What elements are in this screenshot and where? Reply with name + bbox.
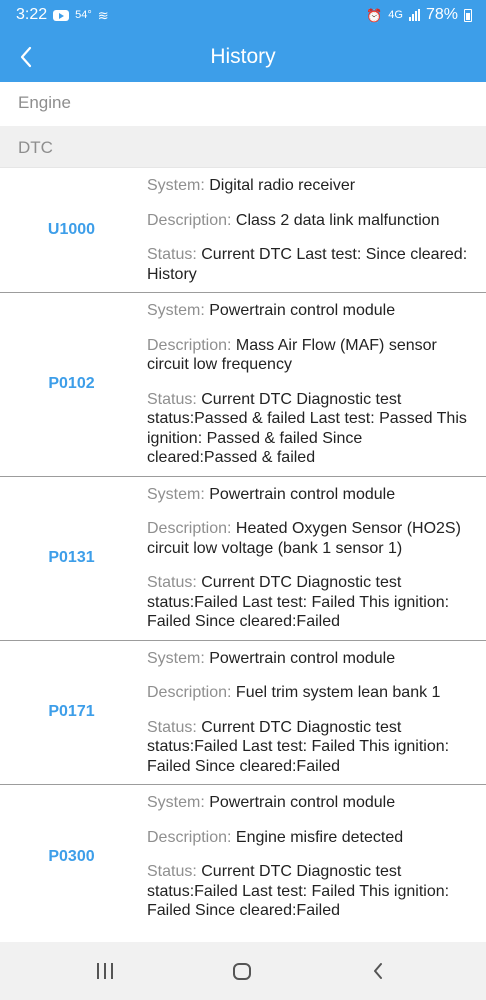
- youtube-notification-icon: [53, 9, 70, 21]
- status-network: 4G: [388, 9, 403, 21]
- alarm-icon: ⏰: [366, 7, 383, 23]
- dtc-system: System: Powertrain control module: [147, 793, 474, 813]
- home-button[interactable]: [222, 956, 262, 986]
- status-temperature: 54°: [75, 9, 92, 21]
- section-label-engine: Engine: [18, 93, 71, 112]
- description-value: Engine misfire detected: [235, 828, 404, 846]
- dtc-description: Description: Heated Oxygen Sensor (HO2S)…: [147, 519, 474, 558]
- system-label: System:: [147, 649, 210, 667]
- page-title: History: [210, 45, 276, 68]
- dtc-row[interactable]: P0300 System: Powertrain control module …: [0, 785, 486, 929]
- dtc-system: System: Powertrain control module: [147, 649, 474, 669]
- status-time: 3:22: [16, 6, 48, 23]
- dtc-system: System: Powertrain control module: [147, 301, 474, 321]
- dtc-status: Status: Current DTC Diagnostic test stat…: [147, 862, 474, 921]
- description-label: Description:: [147, 828, 236, 846]
- system-navigation-bar: [0, 942, 486, 1000]
- system-value: Powertrain control module: [209, 485, 396, 503]
- system-label: System:: [147, 302, 210, 319]
- dtc-status: Status: Current DTC Diagnostic test stat…: [147, 573, 474, 632]
- system-label: System:: [147, 177, 210, 194]
- dtc-details: System: Powertrain control module Descri…: [147, 477, 486, 640]
- dtc-system: System: Digital radio receiver: [147, 176, 474, 196]
- status-label: Status:: [147, 390, 202, 408]
- section-header-dtc: DTC: [0, 126, 486, 168]
- dtc-status: Status: Current DTC Diagnostic test stat…: [147, 718, 474, 777]
- status-label: Status:: [147, 718, 202, 736]
- dtc-code: P0171: [48, 703, 95, 721]
- status-bar-left: 3:22 54° ≋: [16, 6, 109, 24]
- status-battery-percent: 78%: [425, 6, 458, 23]
- system-value: Powertrain control module: [209, 794, 396, 811]
- dtc-list: U1000 System: Digital radio receiver Des…: [0, 168, 486, 929]
- system-value: Digital radio receiver: [209, 177, 356, 194]
- dtc-description: Description: Fuel trim system lean bank …: [147, 683, 474, 703]
- status-label: Status:: [147, 574, 202, 591]
- dtc-details: System: Digital radio receiver Descripti…: [147, 168, 486, 292]
- dtc-status: Status: Current DTC Diagnostic test stat…: [147, 390, 474, 468]
- dtc-details: System: Powertrain control module Descri…: [147, 641, 486, 785]
- recent-apps-button[interactable]: [85, 956, 125, 986]
- wifi-calling-icon: ≋: [97, 7, 109, 23]
- description-label: Description:: [147, 211, 236, 229]
- description-label: Description:: [147, 684, 236, 701]
- home-icon: [233, 962, 251, 980]
- description-value: Class 2 data link malfunction: [235, 211, 440, 229]
- dtc-row[interactable]: U1000 System: Digital radio receiver Des…: [0, 168, 486, 293]
- status-bar: 3:22 54° ≋ ⏰ 4G 78%: [0, 0, 486, 32]
- dtc-description: Description: Class 2 data link malfuncti…: [147, 211, 474, 231]
- signal-strength-icon: [408, 9, 420, 21]
- system-value: Powertrain control module: [209, 302, 396, 319]
- dtc-details: System: Powertrain control module Descri…: [147, 785, 486, 929]
- dtc-row[interactable]: P0102 System: Powertrain control module …: [0, 293, 486, 477]
- system-label: System:: [147, 794, 210, 811]
- battery-icon: [464, 8, 472, 22]
- dtc-code: P0131: [48, 549, 95, 566]
- dtc-status: Status: Current DTC Last test: Since cle…: [147, 245, 474, 284]
- recents-icon-bar: [111, 963, 113, 979]
- recents-icon: [97, 963, 99, 979]
- status-bar-right: ⏰ 4G 78%: [366, 6, 472, 24]
- system-value: Powertrain control module: [209, 649, 396, 667]
- dtc-system: System: Powertrain control module: [147, 485, 474, 505]
- description-value: Fuel trim system lean bank 1: [235, 684, 441, 701]
- description-label: Description:: [147, 520, 236, 537]
- system-back-button[interactable]: [358, 956, 398, 986]
- status-label: Status:: [147, 863, 202, 880]
- dtc-code: P0300: [48, 847, 95, 865]
- recents-icon-bar: [104, 963, 106, 979]
- description-label: Description:: [147, 336, 236, 354]
- dtc-row[interactable]: P0131 System: Powertrain control module …: [0, 477, 486, 641]
- dtc-description: Description: Engine misfire detected: [147, 828, 474, 848]
- back-chevron-icon: [374, 963, 382, 979]
- section-label-dtc: DTC: [18, 138, 53, 157]
- status-label: Status:: [147, 246, 202, 263]
- app-bar: History: [0, 32, 486, 82]
- section-header-engine: Engine: [0, 82, 486, 126]
- system-label: System:: [147, 485, 210, 503]
- dtc-description: Description: Mass Air Flow (MAF) sensor …: [147, 336, 474, 375]
- dtc-row[interactable]: P0171 System: Powertrain control module …: [0, 641, 486, 785]
- dtc-details: System: Powertrain control module Descri…: [147, 293, 486, 476]
- dtc-code: P0102: [48, 375, 95, 393]
- dtc-code: U1000: [47, 221, 96, 238]
